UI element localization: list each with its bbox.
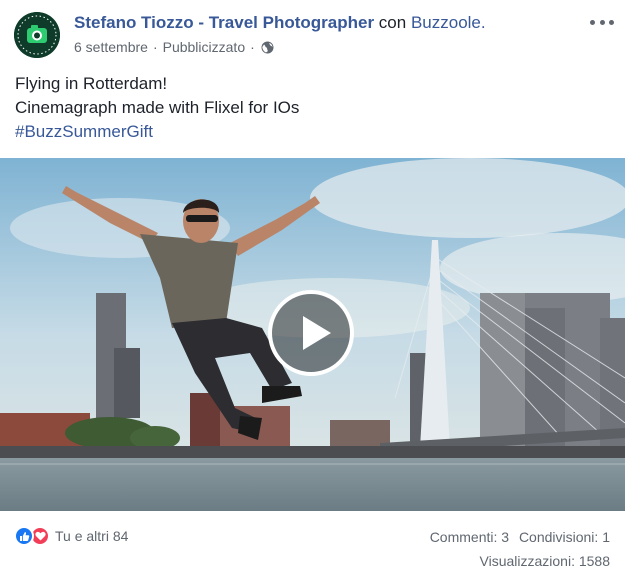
meta-separator-2: · <box>250 39 255 55</box>
shares-count-link[interactable]: Condivisioni: 1 <box>519 529 610 545</box>
post-date-link[interactable]: 6 settembre <box>74 39 148 55</box>
stats-row: Commenti: 3 Condivisioni: 1 <box>424 529 610 545</box>
author-name-link[interactable]: Stefano Tiozzo - Travel Photographer <box>74 13 374 32</box>
partner-name-link[interactable]: Buzzoole. <box>411 13 486 32</box>
play-icon[interactable] <box>268 290 354 376</box>
with-label: con <box>378 13 407 32</box>
reactions-summary[interactable]: Tu e altri 84 <box>14 526 128 546</box>
like-icon <box>14 526 34 546</box>
post-text-line: Flying in Rotterdam! <box>15 74 168 93</box>
post-text: Flying in Rotterdam! Cinemagraph made wi… <box>15 72 299 144</box>
meta-separator: · <box>152 39 158 55</box>
video-player[interactable] <box>0 158 625 511</box>
sponsored-label: Pubblicizzato <box>162 39 246 55</box>
avatar-logo <box>14 12 60 58</box>
post-header: Stefano Tiozzo - Travel Photographer con… <box>14 12 614 62</box>
post-footer: Tu e altri 84 Commenti: 3 Condivisioni: … <box>0 520 625 587</box>
post-text-line: Cinemagraph made with Flixel for IOs <box>15 98 300 117</box>
reactions-count: Tu e altri 84 <box>55 528 129 544</box>
author-line: Stefano Tiozzo - Travel Photographer con… <box>74 13 486 33</box>
avatar[interactable] <box>14 12 60 58</box>
hashtag-link[interactable]: #BuzzSummerGift <box>15 120 299 144</box>
engagement-stats: Commenti: 3 Condivisioni: 1 Visualizzazi… <box>424 529 610 569</box>
post-meta: 6 settembre · Pubblicizzato · <box>74 39 274 55</box>
more-options-icon[interactable] <box>590 15 614 29</box>
globe-icon[interactable] <box>261 41 274 54</box>
comments-count-link[interactable]: Commenti: 3 <box>430 529 509 545</box>
views-count: Visualizzazioni: 1588 <box>479 553 611 569</box>
